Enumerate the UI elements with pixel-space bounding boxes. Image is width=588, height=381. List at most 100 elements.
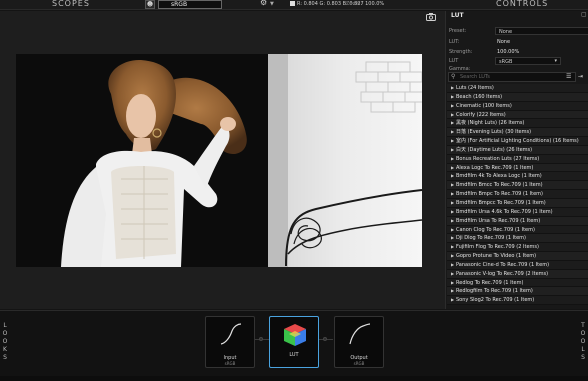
triangle-right-icon[interactable]: ▶: [451, 190, 454, 199]
output-node[interactable]: Output sRGB: [334, 316, 384, 368]
connector-dot[interactable]: [259, 337, 263, 341]
triangle-right-icon[interactable]: ▶: [451, 164, 454, 173]
lut-node[interactable]: LUT: [269, 316, 319, 368]
curve-icon: [220, 323, 242, 345]
lut-list-item-label: Bmdfilm Ursa To Rec.709 (1 Item): [456, 217, 541, 224]
lut-list-item[interactable]: ▶ Bmdfilm Bmpc To Rec.709 (1 Item): [447, 190, 588, 199]
expand-panel-icon[interactable]: ▢: [581, 11, 587, 18]
curve-icon: [349, 323, 371, 345]
camera-icon[interactable]: [426, 13, 436, 21]
options-icon[interactable]: ☰: [566, 73, 571, 80]
zoom-value[interactable]: 100.0%: [365, 1, 384, 7]
preset-value: None: [499, 29, 513, 35]
lut-list-item[interactable]: ▶ Colorify (222 Items): [447, 110, 588, 120]
export-icon[interactable]: ⇥: [578, 73, 583, 80]
triangle-right-icon[interactable]: ▶: [451, 93, 454, 102]
lut-list-item[interactable]: ▶ 黑夜 (Night Luts) (26 Items): [447, 119, 588, 129]
triangle-right-icon[interactable]: ▶: [451, 128, 454, 137]
lut-list-item-label: Alexa Logc To Rec.709 (1 Item): [456, 164, 534, 171]
lut-list-item-label: Redlog To Rec.709 (1 Item): [456, 279, 524, 286]
lut-list-item[interactable]: ▶ Bonus Recreation Luts (27 Items): [447, 154, 588, 164]
chevron-down-icon[interactable]: ▼: [270, 1, 274, 7]
lut-list-item-label: Sony Slog2 To Rec.709 (1 Item): [456, 297, 535, 304]
preset-select[interactable]: None▾: [495, 27, 588, 35]
lut-list-item[interactable]: ▶ Luts (24 Items): [447, 84, 588, 93]
gear-icon[interactable]: ⚙: [260, 0, 267, 7]
triangle-right-icon[interactable]: ▶: [451, 199, 454, 208]
triangle-right-icon[interactable]: ▶: [451, 270, 454, 279]
lut-list-item[interactable]: ▶ Bmdfilm Ursa To Rec.709 (1 Item): [447, 216, 588, 226]
color-space-select[interactable]: sRGB: [158, 0, 222, 9]
readout-g: 0.803: [326, 1, 342, 7]
triangle-right-icon[interactable]: ▶: [451, 137, 454, 146]
lut-list-item[interactable]: ▶ Dji Dlog To Rec.709 (1 Item): [447, 234, 588, 244]
lut-list[interactable]: ▶ Luts (24 Items) ▶ Beach (160 Items) ▶ Cinem…: [447, 84, 588, 310]
triangle-right-icon[interactable]: ▶: [451, 217, 454, 226]
lut-list-item[interactable]: ▶ Redlog To Rec.709 (1 Item): [447, 278, 588, 288]
lut-list-item[interactable]: ▶ Redlogfilm To Rec.709 (1 Item): [447, 287, 588, 297]
lut-list-item-label: Redlogfilm To Rec.709 (1 Item): [456, 288, 533, 295]
lut-list-item-label: Fujifilm Flog To Rec.709 (2 Items): [456, 244, 539, 251]
lut-list-item[interactable]: ▶ Bmdfilm Ursa 4.6k To Rec.709 (1 Item): [447, 207, 588, 217]
lut-list-item[interactable]: ▶ 白天 (Daytime Luts) (26 Items): [447, 145, 588, 155]
triangle-right-icon[interactable]: ▶: [451, 155, 454, 164]
triangle-right-icon[interactable]: ▶: [451, 234, 454, 243]
lut-list-item[interactable]: ▶ Bmdfilm 4k To Alexa Logc (1 Item): [447, 172, 588, 182]
triangle-right-icon[interactable]: ▶: [451, 226, 454, 235]
user-icon[interactable]: ☻: [145, 0, 155, 9]
lut-search-input[interactable]: ⚲ Search LUTs: [448, 72, 576, 82]
lut-list-item[interactable]: ▶ 日落 (Evening Luts) (30 Items): [447, 128, 588, 138]
connector-dot[interactable]: [323, 337, 327, 341]
lut-list-item[interactable]: ▶ Sony Slog2 To Rec.709 (1 Item): [447, 296, 588, 306]
lut-list-item[interactable]: ▶ Canon Clog To Rec.709 (1 Item): [447, 225, 588, 235]
search-placeholder: Search LUTs: [460, 74, 490, 80]
triangle-right-icon[interactable]: ▶: [451, 243, 454, 252]
lut-gamma-select[interactable]: sRGB ▾: [495, 57, 561, 65]
lut-list-item[interactable]: ▶ Panasonic V-log To Rec.709 (2 Items): [447, 269, 588, 279]
lut-list-item-label: Bmdfilm 4k To Alexa Logc (1 Item): [456, 173, 542, 180]
lut-list-item[interactable]: ▶ Alexa Logc To Rec.709 (1 Item): [447, 163, 588, 173]
input-node[interactable]: Input sRGB: [205, 316, 255, 368]
top-bar: SCOPES ☻ sRGB ⚙ ▼ R: 0.804 G: 0.803 B: 0…: [0, 0, 588, 10]
triangle-right-icon[interactable]: ▶: [451, 172, 454, 181]
zoom-label: Zoom:: [346, 1, 363, 7]
preview-image: [16, 54, 422, 267]
lut-list-item[interactable]: ▶ Panasonic Cine-d To Rec.709 (1 Item): [447, 260, 588, 270]
lut-list-item-label: Panasonic Cine-d To Rec.709 (1 Item): [456, 261, 550, 268]
lut-gamma-value: sRGB: [499, 59, 513, 65]
triangle-right-icon[interactable]: ▶: [451, 102, 454, 111]
lut-list-item-label: Panasonic V-log To Rec.709 (2 Items): [456, 270, 549, 277]
lut-list-item-label: Bmdfilm Bmpc To Rec.709 (1 Item): [456, 191, 543, 198]
output-node-sub: sRGB: [353, 361, 365, 366]
lut-list-item-label: 黑夜 (Night Luts) (26 Items): [456, 120, 525, 127]
lut-list-item-label: 日落 (Evening Luts) (30 Items): [456, 129, 532, 136]
lut-gamma-label: LUT Gamma:: [449, 58, 471, 72]
triangle-right-icon[interactable]: ▶: [451, 111, 454, 120]
readout-g-label: G:: [319, 1, 327, 7]
triangle-right-icon[interactable]: ▶: [451, 279, 454, 288]
chevron-down-icon: ▾: [554, 58, 557, 64]
lut-list-item[interactable]: ▶ 室内 (For Artificial Lighting Conditions)…: [447, 137, 588, 146]
looks-tab[interactable]: LOOKS: [2, 322, 10, 362]
lut-list-item-label: 白天 (Daytime Luts) (26 Items): [456, 146, 533, 153]
tools-tab[interactable]: TOOLS: [580, 322, 588, 362]
strength-value[interactable]: 100.00%: [497, 48, 519, 56]
rgb-cube-icon: [284, 324, 306, 346]
triangle-right-icon[interactable]: ▶: [451, 261, 454, 270]
lut-list-item[interactable]: ▶ Cinematic (100 Items): [447, 101, 588, 111]
lut-list-item-label: Colorify (222 Items): [456, 111, 506, 118]
triangle-right-icon[interactable]: ▶: [451, 208, 454, 217]
triangle-right-icon[interactable]: ▶: [451, 287, 454, 296]
lut-list-item[interactable]: ▶ Beach (160 Items): [447, 92, 588, 102]
triangle-right-icon[interactable]: ▶: [451, 146, 454, 155]
triangle-right-icon[interactable]: ▶: [451, 252, 454, 261]
lut-list-item[interactable]: ▶ Fujifilm Flog To Rec.709 (2 Items): [447, 243, 588, 253]
triangle-right-icon[interactable]: ▶: [451, 181, 454, 190]
lut-list-item[interactable]: ▶ Bmdfilm Bmcc To Rec.709 (1 Item): [447, 181, 588, 191]
triangle-right-icon[interactable]: ▶: [451, 119, 454, 128]
triangle-right-icon[interactable]: ▶: [451, 84, 454, 93]
triangle-right-icon[interactable]: ▶: [451, 296, 454, 305]
lut-list-item[interactable]: ▶ Bmdfilm Bmpcc To Rec.709 (1 Item): [447, 198, 588, 208]
lut-value[interactable]: None: [497, 38, 510, 46]
lut-list-item[interactable]: ▶ Gopro Protune To Video (1 Item): [447, 252, 588, 261]
